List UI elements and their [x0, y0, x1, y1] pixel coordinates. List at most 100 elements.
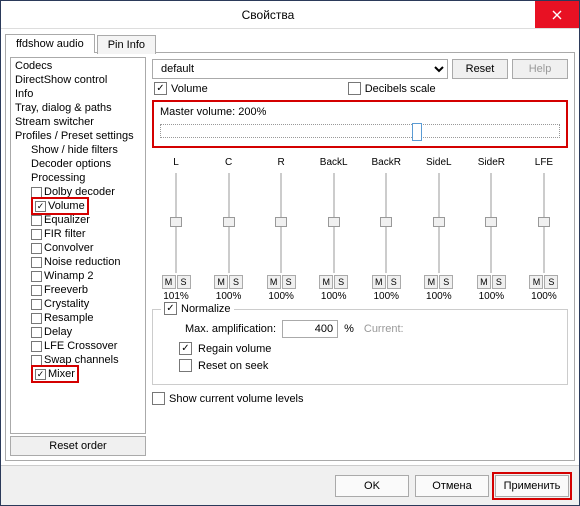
tree-item[interactable]: Freeverb — [11, 283, 145, 297]
solo-button[interactable]: S — [439, 275, 453, 289]
channel-slider[interactable] — [325, 173, 343, 273]
reset-button[interactable]: Reset — [452, 59, 508, 79]
checkbox-icon — [348, 82, 361, 95]
tree-item[interactable]: Winamp 2 — [11, 269, 145, 283]
channel-slider[interactable] — [220, 173, 238, 273]
slider-thumb[interactable] — [170, 217, 182, 227]
checkbox-icon — [31, 327, 42, 338]
mute-button[interactable]: M — [267, 275, 281, 289]
channel-slider[interactable] — [167, 173, 185, 273]
tree-item[interactable]: FIR filter — [11, 227, 145, 241]
max-amp-label: Max. amplification: — [185, 323, 276, 335]
slider-thumb[interactable] — [412, 123, 422, 141]
tree-item[interactable]: Show / hide filters — [11, 143, 145, 157]
channel-backl: BackL M S 100% — [312, 157, 356, 302]
regain-checkbox[interactable]: ✓ Regain volume — [179, 342, 559, 355]
tree-item[interactable]: Convolver — [11, 241, 145, 255]
cancel-button[interactable]: Отмена — [415, 475, 489, 497]
master-volume-slider[interactable] — [160, 124, 560, 138]
tab-pin-info[interactable]: Pin Info — [97, 35, 156, 54]
checkbox-icon — [152, 392, 165, 405]
current-label: Current: — [364, 323, 404, 335]
checkbox-icon — [31, 341, 42, 352]
show-levels-checkbox[interactable]: Show current volume levels — [152, 392, 568, 405]
volume-checkbox[interactable]: ✓ Volume — [154, 82, 208, 95]
slider-thumb[interactable] — [380, 217, 392, 227]
tree-item[interactable]: DirectShow control — [11, 73, 145, 87]
help-button[interactable]: Help — [512, 59, 568, 79]
sidebar: CodecsDirectShow controlInfoTray, dialog… — [10, 57, 146, 456]
checkbox-icon — [31, 229, 42, 240]
solo-button[interactable]: S — [544, 275, 558, 289]
channel-slider[interactable] — [482, 173, 500, 273]
tab-bar: ffdshow audio Pin Info — [1, 29, 579, 52]
tree-item[interactable]: Profiles / Preset settings — [11, 129, 145, 143]
checkbox-icon — [31, 215, 42, 226]
normalize-group: ✓ Normalize Max. amplification: % Curren… — [152, 309, 568, 385]
reset-order-button[interactable]: Reset order — [10, 436, 146, 456]
tree-item[interactable]: Equalizer — [11, 213, 145, 227]
tree-item[interactable]: Processing — [11, 171, 145, 185]
tree-item[interactable]: ✓Volume — [11, 199, 145, 213]
close-button[interactable] — [535, 1, 579, 28]
titlebar: Свойства — [1, 1, 579, 29]
slider-thumb[interactable] — [538, 217, 550, 227]
channel-slider[interactable] — [377, 173, 395, 273]
channel-slider[interactable] — [430, 173, 448, 273]
checkbox-icon — [31, 299, 42, 310]
solo-button[interactable]: S — [334, 275, 348, 289]
tree-item[interactable]: LFE Crossover — [11, 339, 145, 353]
checkbox-icon — [31, 285, 42, 296]
tree-item[interactable]: Tray, dialog & paths — [11, 101, 145, 115]
tree-item[interactable]: Resample — [11, 311, 145, 325]
apply-button[interactable]: Применить — [495, 475, 569, 497]
mute-button[interactable]: M — [214, 275, 228, 289]
settings-tree[interactable]: CodecsDirectShow controlInfoTray, dialog… — [10, 57, 146, 434]
mute-button[interactable]: M — [424, 275, 438, 289]
checkbox-icon: ✓ — [179, 342, 192, 355]
master-volume-label: Master volume: 200% — [160, 106, 560, 118]
solo-button[interactable]: S — [229, 275, 243, 289]
tree-item[interactable]: Info — [11, 87, 145, 101]
tree-item[interactable]: Stream switcher — [11, 115, 145, 129]
mute-button[interactable]: M — [529, 275, 543, 289]
max-amp-input[interactable] — [282, 320, 338, 338]
checkbox-icon: ✓ — [35, 369, 46, 380]
close-icon — [552, 10, 562, 20]
tab-ffdshow-audio[interactable]: ffdshow audio — [5, 34, 95, 53]
solo-button[interactable]: S — [282, 275, 296, 289]
slider-thumb[interactable] — [223, 217, 235, 227]
decibels-checkbox[interactable]: Decibels scale — [348, 82, 436, 95]
checkbox-icon: ✓ — [35, 201, 46, 212]
solo-button[interactable]: S — [177, 275, 191, 289]
channel-lfe: LFE M S 100% — [522, 157, 566, 302]
channel-slider[interactable] — [272, 173, 290, 273]
slider-thumb[interactable] — [433, 217, 445, 227]
checkbox-icon: ✓ — [154, 82, 167, 95]
tree-item[interactable]: Delay — [11, 325, 145, 339]
channel-c: C M S 100% — [207, 157, 251, 302]
tree-item[interactable]: ✓Mixer — [11, 367, 145, 381]
slider-thumb[interactable] — [275, 217, 287, 227]
tree-item[interactable]: Codecs — [11, 59, 145, 73]
solo-button[interactable]: S — [492, 275, 506, 289]
slider-thumb[interactable] — [485, 217, 497, 227]
tree-item[interactable]: Decoder options — [11, 157, 145, 171]
mute-button[interactable]: M — [162, 275, 176, 289]
tree-item[interactable]: Noise reduction — [11, 255, 145, 269]
main-panel: default Reset Help ✓ Volume Decibels sca… — [150, 57, 570, 456]
solo-button[interactable]: S — [387, 275, 401, 289]
mute-button[interactable]: M — [372, 275, 386, 289]
preset-select[interactable]: default — [152, 59, 448, 79]
normalize-checkbox[interactable]: ✓ — [164, 302, 177, 315]
ok-button[interactable]: OK — [335, 475, 409, 497]
mute-button[interactable]: M — [477, 275, 491, 289]
mute-button[interactable]: M — [319, 275, 333, 289]
channel-slider[interactable] — [535, 173, 553, 273]
reset-seek-checkbox[interactable]: Reset on seek — [179, 359, 559, 372]
slider-thumb[interactable] — [328, 217, 340, 227]
tree-item[interactable]: Crystality — [11, 297, 145, 311]
channel-sliders: L M S 101% C M S 100% R M S 100% BackL — [152, 157, 568, 302]
channel-sider: SideR M S 100% — [469, 157, 513, 302]
channel-r: R M S 100% — [259, 157, 303, 302]
